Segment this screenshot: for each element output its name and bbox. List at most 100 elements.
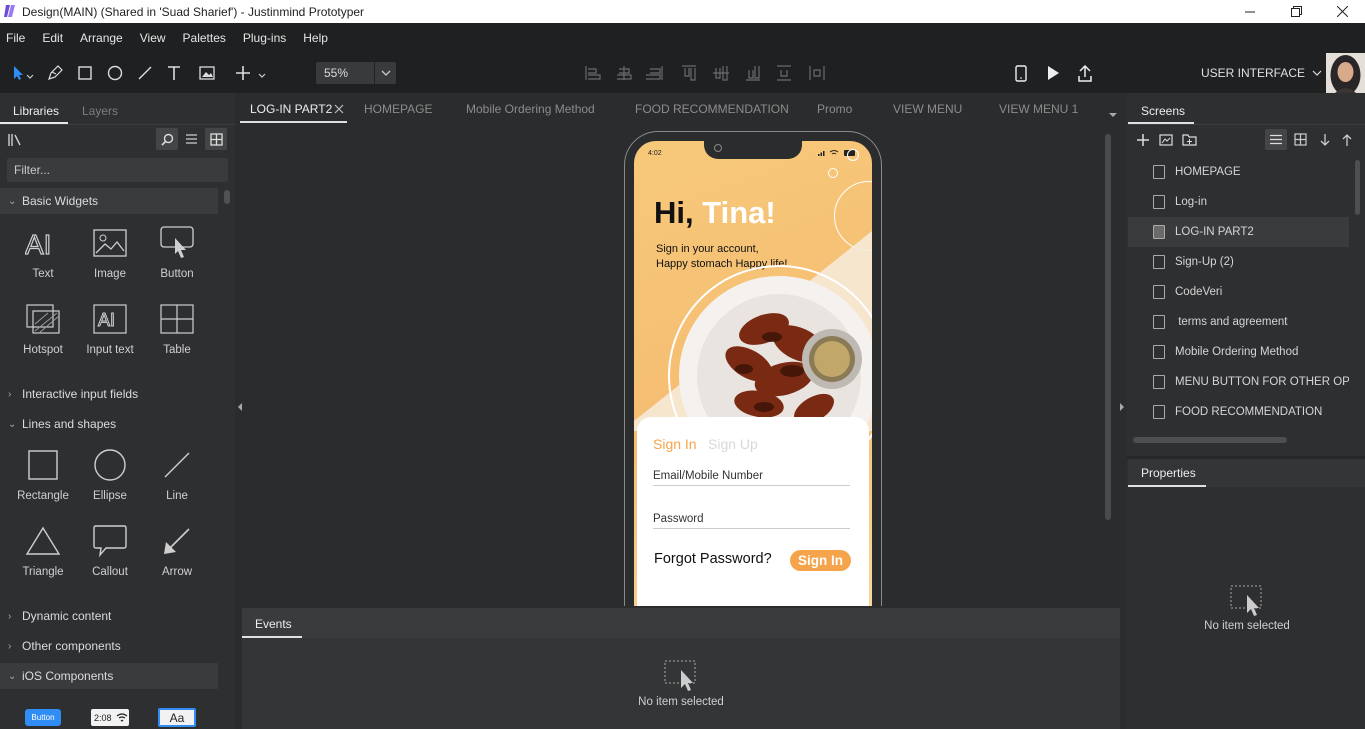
widget-arrow[interactable]: Arrow <box>147 522 207 578</box>
forgot-password-link[interactable]: Forgot Password? <box>654 551 772 567</box>
widget-rectangle[interactable]: Rectangle <box>13 446 73 502</box>
widget-callout[interactable]: Callout <box>80 522 140 578</box>
tabs-overflow-icon[interactable] <box>1108 112 1118 118</box>
tab-signin[interactable]: Sign In <box>653 436 697 452</box>
search-icon[interactable] <box>156 128 178 150</box>
screen-item[interactable]: MENU BUTTON FOR OTHER OPTI <box>1153 367 1349 397</box>
device-preview-icon[interactable] <box>1012 64 1030 82</box>
collapse-right-icon[interactable] <box>1118 402 1126 412</box>
screen-item[interactable]: Log-in <box>1153 187 1353 217</box>
section-lines-and-shapes[interactable]: ⌄ Lines and shapes <box>0 411 218 437</box>
screens-title[interactable]: Screens <box>1141 104 1185 118</box>
active-tab-indicator <box>242 636 302 638</box>
section-other-components[interactable]: › Other components <box>0 633 218 659</box>
menu-arrange[interactable]: Arrange <box>80 31 123 45</box>
menu-view[interactable]: View <box>140 31 166 45</box>
add-folder-icon[interactable] <box>1182 133 1197 146</box>
screen-item[interactable]: LOG-IN PART2 <box>1153 217 1353 247</box>
ios-button-widget[interactable]: Button <box>25 709 61 726</box>
close-window-icon[interactable] <box>1319 0 1365 23</box>
widget-triangle[interactable]: Triangle <box>13 522 73 578</box>
align-tools[interactable] <box>584 64 834 82</box>
properties-title[interactable]: Properties <box>1141 466 1196 480</box>
tab-login-part2[interactable]: LOG-IN PART2 <box>250 102 332 116</box>
screen-item[interactable]: terms and agreement <box>1153 307 1353 337</box>
section-interactive-input-fields[interactable]: › Interactive input fields <box>0 381 218 407</box>
tab-promo[interactable]: Promo <box>817 102 852 116</box>
tab-signup[interactable]: Sign Up <box>708 436 758 452</box>
design-canvas[interactable]: 4:02 Hi, Tina! Sign in your account, Hap… <box>236 124 1126 606</box>
phone-screen[interactable]: 4:02 Hi, Tina! Sign in your account, Hap… <box>634 141 872 606</box>
menu-file[interactable]: File <box>6 31 25 45</box>
screens-scrollbar[interactable] <box>1355 160 1360 215</box>
library-manager-icon[interactable] <box>8 133 22 147</box>
password-field[interactable]: Password <box>653 511 850 529</box>
menu-palettes[interactable]: Palettes <box>183 31 226 45</box>
tab-mobile-ordering-method[interactable]: Mobile Ordering Method <box>466 102 595 116</box>
tab-food-recommendation[interactable]: FOOD RECOMMENDATION <box>635 102 789 116</box>
move-down-icon[interactable] <box>1319 133 1331 147</box>
play-simulate-icon[interactable] <box>1044 64 1062 82</box>
signin-button[interactable]: Sign In <box>790 550 851 571</box>
ellipse-tool-icon[interactable] <box>106 64 124 82</box>
document-icon <box>1153 345 1165 359</box>
line-tool-icon[interactable] <box>136 64 154 82</box>
menu-plugins[interactable]: Plug-ins <box>243 31 286 45</box>
menu-edit[interactable]: Edit <box>42 31 63 45</box>
ui-mode-dropdown[interactable]: USER INTERFACE <box>1201 66 1322 80</box>
widget-image[interactable]: Image <box>80 224 140 280</box>
rectangle-tool-icon[interactable] <box>76 64 94 82</box>
screen-item[interactable]: Sign-Up (2) <box>1153 247 1353 277</box>
tab-homepage[interactable]: HOMEPAGE <box>364 102 432 116</box>
grid-view-icon[interactable] <box>205 128 227 150</box>
events-panel: Events No item selected <box>242 608 1120 729</box>
tab-view-menu[interactable]: VIEW MENU <box>893 102 962 116</box>
section-ios-components[interactable]: ⌄ iOS Components <box>0 663 218 689</box>
screen-item[interactable]: Mobile Ordering Method <box>1153 337 1353 367</box>
screen-item[interactable]: CodeVeri <box>1153 277 1353 307</box>
text-tool-icon[interactable] <box>165 64 183 82</box>
minimize-icon[interactable] <box>1227 0 1273 23</box>
zoom-select[interactable]: 55% <box>316 62 396 84</box>
collapse-left-icon[interactable] <box>236 402 244 412</box>
widget-text[interactable]: AI Text <box>13 224 73 280</box>
grid-view-icon[interactable] <box>1294 133 1307 146</box>
tab-layers[interactable]: Layers <box>82 104 118 118</box>
close-tab-icon[interactable] <box>334 104 344 114</box>
tab-events[interactable]: Events <box>255 617 292 631</box>
add-screen-icon[interactable] <box>1136 133 1150 147</box>
widget-hotspot[interactable]: Hotspot <box>13 300 73 356</box>
section-dynamic-content[interactable]: › Dynamic content <box>0 603 218 629</box>
tab-libraries[interactable]: Libraries <box>13 104 59 118</box>
screen-item[interactable]: HOMEPAGE <box>1153 157 1353 187</box>
chevron-down-icon[interactable] <box>374 62 396 84</box>
email-field[interactable]: Email/Mobile Number <box>653 468 850 486</box>
filter-input[interactable]: Filter... <box>7 158 228 182</box>
widget-button[interactable]: Button <box>147 224 207 280</box>
screen-item[interactable]: FOOD RECOMMENDATION <box>1153 397 1353 427</box>
menu-help[interactable]: Help <box>303 31 328 45</box>
scrollbar-thumb[interactable] <box>224 190 230 204</box>
list-view-icon[interactable] <box>1265 129 1287 150</box>
add-widget-icon[interactable] <box>233 64 267 82</box>
move-up-icon[interactable] <box>1341 133 1353 147</box>
widget-input-text[interactable]: AI Input text <box>80 300 140 356</box>
ios-text-widget[interactable]: Aa <box>158 708 196 727</box>
share-upload-icon[interactable] <box>1076 64 1094 82</box>
pen-tool-icon[interactable] <box>46 64 64 82</box>
widget-ellipse[interactable]: Ellipse <box>80 446 140 502</box>
ios-status-bar-widget[interactable]: 2:08 <box>91 709 129 726</box>
deco-circle-tiny <box>828 168 838 178</box>
widget-line[interactable]: Line <box>147 446 207 502</box>
screens-h-scrollbar[interactable] <box>1133 437 1287 443</box>
image-tool-icon[interactable] <box>198 64 216 82</box>
tab-view-menu-1[interactable]: VIEW MENU 1 <box>999 102 1078 116</box>
add-template-icon[interactable] <box>1159 134 1173 146</box>
select-tool-icon[interactable] <box>10 64 36 82</box>
section-basic-widgets[interactable]: ⌄ Basic Widgets <box>0 188 218 214</box>
widget-table[interactable]: Table <box>147 300 207 356</box>
restore-icon[interactable] <box>1273 0 1319 23</box>
canvas-scrollbar[interactable] <box>1105 134 1111 520</box>
list-view-icon[interactable] <box>185 133 198 145</box>
avatar[interactable] <box>1326 53 1365 93</box>
